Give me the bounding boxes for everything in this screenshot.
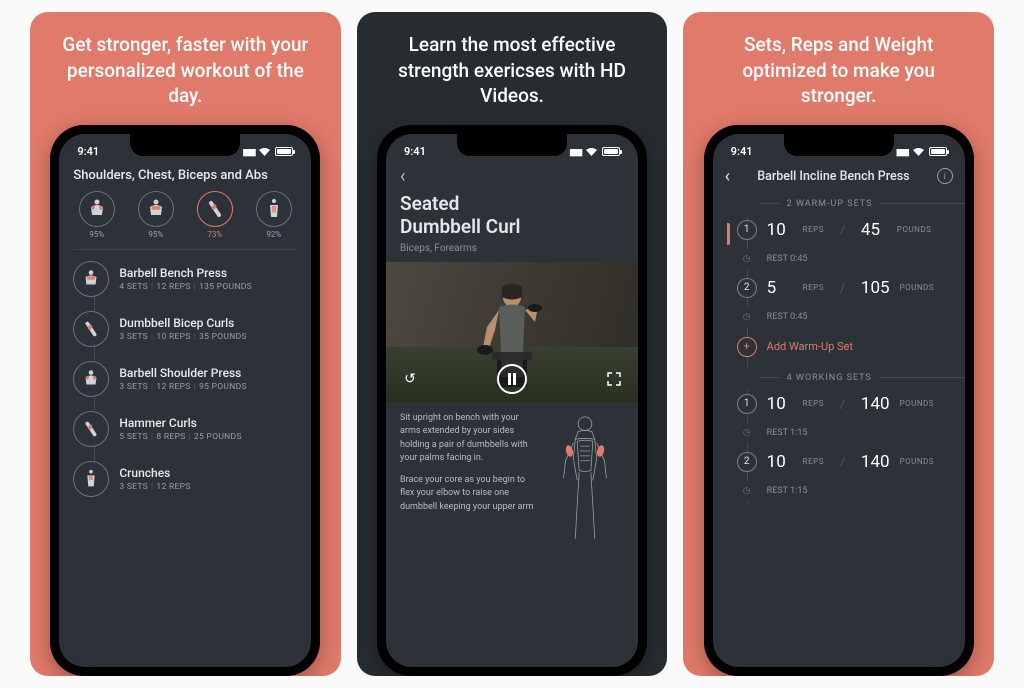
signal-icon: [243, 145, 255, 158]
wifi-icon: [258, 147, 271, 157]
phone-frame-1: 9:41 Shoulders, Chest, Biceps and Abs 95…: [50, 125, 320, 676]
rest-row: ◷ REST 1:15: [727, 477, 951, 505]
exercise-muscles: Biceps, Forearms: [386, 239, 638, 262]
wifi-icon: [912, 147, 925, 157]
battery-icon: [602, 147, 620, 156]
exercise-row[interactable]: Barbell Shoulder Press 3 SETS|12 REPS|95…: [69, 354, 301, 404]
exercise-list: Barbell Bench Press 4 SETS|12 REPS|135 P…: [59, 254, 311, 504]
exercise-row[interactable]: Barbell Bench Press 4 SETS|12 REPS|135 P…: [69, 254, 301, 304]
muscle-abs[interactable]: 92%: [256, 191, 292, 239]
muscle-group-row: 95% 95% 73% 92%: [59, 191, 311, 245]
exercise-title: Barbell Incline Bench Press: [757, 169, 909, 184]
wifi-icon: [585, 147, 598, 157]
phone-frame-3: 9:41 ‹ Barbell Incline Bench Press i 2 W…: [704, 125, 974, 676]
back-button[interactable]: ‹: [386, 164, 638, 187]
promo-panel-1: Get stronger, faster with your personali…: [30, 12, 341, 676]
set-row[interactable]: 1 10 REPS / 140 POUNDS: [727, 389, 951, 419]
promo-panel-3: Sets, Reps and Weight optimized to make …: [683, 12, 994, 676]
timer-icon: ◷: [737, 249, 757, 269]
timer-icon: ◷: [737, 481, 757, 501]
exercise-icon: [73, 461, 109, 497]
video-player[interactable]: ↺: [386, 262, 638, 402]
headline-3: Sets, Reps and Weight optimized to make …: [683, 32, 994, 125]
warmup-section-label: 2 WARM-UP SETS: [713, 193, 965, 215]
rewind-icon[interactable]: ↺: [398, 367, 422, 391]
working-set-list: 1 10 REPS / 140 POUNDS ◷ REST 1:15 2 10 …: [713, 389, 965, 505]
anatomy-diagram: [546, 412, 624, 549]
exercise-row[interactable]: Dumbbell Bicep Curls 3 SETS|10 REPS|35 P…: [69, 304, 301, 354]
set-row[interactable]: 2 5 REPS / 105 POUNDS: [727, 273, 951, 303]
exercise-row[interactable]: Crunches 3 SETS|12 REPS: [69, 454, 301, 504]
set-row[interactable]: 2 10 REPS / 140 POUNDS: [727, 447, 951, 477]
battery-icon: [275, 147, 293, 156]
pause-button[interactable]: [497, 364, 527, 394]
set-row[interactable]: 1 10 REPS / 45 POUNDS: [727, 215, 951, 245]
battery-icon: [929, 147, 947, 156]
headline-2: Learn the most effective strength exeric…: [357, 32, 668, 125]
rest-row: ◷ REST 0:45: [727, 303, 951, 331]
exercise-description: Sit upright on bench with your arms exte…: [400, 412, 536, 549]
rest-row: ◷ REST 1:15: [727, 419, 951, 447]
exercise-icon: [73, 311, 109, 347]
working-section-label: 4 WORKING SETS: [713, 367, 965, 389]
fullscreen-icon[interactable]: [602, 367, 626, 391]
back-button[interactable]: ‹: [725, 166, 730, 187]
timer-icon: ◷: [737, 307, 757, 327]
timer-icon: ◷: [737, 423, 757, 443]
rest-row: ◷ REST 0:45: [727, 245, 951, 273]
status-time: 9:41: [77, 145, 99, 158]
exercise-row[interactable]: Hammer Curls 5 SETS|8 REPS|25 POUNDS: [69, 404, 301, 454]
exercise-title: Seated Dumbbell Curl: [386, 187, 638, 239]
add-warmup-button[interactable]: + Add Warm-Up Set: [727, 331, 951, 367]
exercise-icon: [73, 261, 109, 297]
phone-frame-2: 9:41 ‹ Seated Dumbbell Curl Biceps, Fore…: [377, 125, 647, 676]
exercise-icon: [73, 411, 109, 447]
promo-panel-2: Learn the most effective strength exeric…: [357, 12, 668, 676]
muscle-chest[interactable]: 95%: [138, 191, 174, 239]
workout-title: Shoulders, Chest, Biceps and Abs: [59, 164, 311, 191]
exercise-icon: [73, 361, 109, 397]
signal-icon: [569, 145, 581, 158]
warmup-set-list: 1 10 REPS / 45 POUNDS ◷ REST 0:45 2 5 RE…: [713, 215, 965, 367]
plus-icon: +: [737, 337, 757, 357]
muscle-shoulders[interactable]: 95%: [79, 191, 115, 239]
signal-icon: [896, 145, 908, 158]
info-icon[interactable]: i: [937, 168, 953, 184]
muscle-biceps[interactable]: 73%: [197, 191, 233, 239]
headline-1: Get stronger, faster with your personali…: [30, 32, 341, 125]
